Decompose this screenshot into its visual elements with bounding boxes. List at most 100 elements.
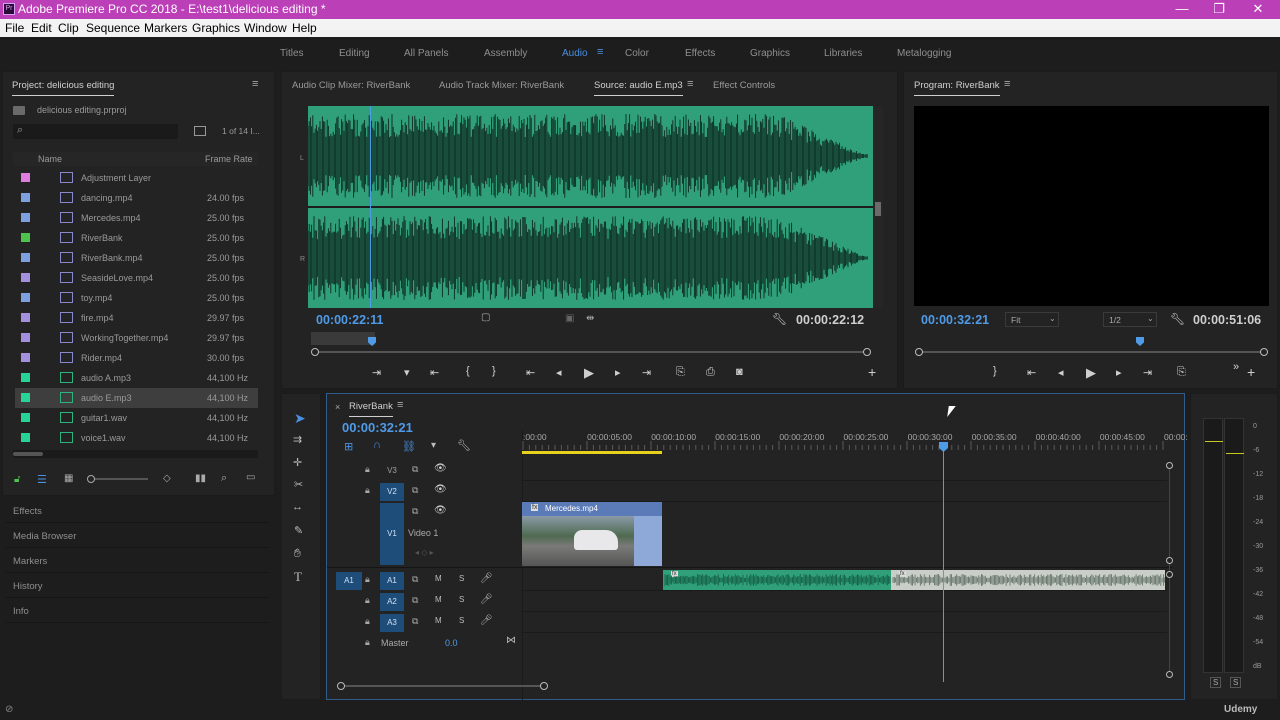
- add-marker-icon[interactable]: ▾: [404, 366, 410, 379]
- close-button[interactable]: ✕: [1240, 0, 1276, 19]
- wrench-icon[interactable]: 🔧︎: [772, 312, 787, 326]
- project-item[interactable]: RiverBank 25.00 fps: [15, 228, 258, 248]
- lock-icon[interactable]: 🔓︎: [14, 474, 20, 485]
- sync-lock-icon[interactable]: ⧉: [412, 595, 418, 606]
- lock-icon[interactable]: 🔒︎: [365, 616, 370, 627]
- master-go-to-icon[interactable]: ⋈: [506, 635, 516, 646]
- menu-help[interactable]: Help: [292, 21, 317, 35]
- timeline-playhead[interactable]: [943, 446, 944, 682]
- project-item[interactable]: toy.mp4 25.00 fps: [15, 288, 258, 308]
- source-patch-a1[interactable]: A1: [336, 572, 362, 590]
- label-color-swatch[interactable]: [21, 293, 30, 302]
- mark-in-icon[interactable]: {: [466, 365, 470, 377]
- label-color-swatch[interactable]: [21, 413, 30, 422]
- nest-icon[interactable]: ⊞: [344, 440, 353, 453]
- history-panel-tab[interactable]: History: [13, 581, 43, 592]
- workspace-assembly[interactable]: Assembly: [484, 48, 527, 59]
- step-back-icon[interactable]: ◂: [556, 366, 562, 379]
- audio-waveform-display[interactable]: [308, 106, 873, 308]
- go-to-in-icon[interactable]: ⇤: [1027, 366, 1036, 379]
- project-item[interactable]: Rider.mp4 30.00 fps: [15, 348, 258, 368]
- microphone-icon[interactable]: 🎤︎: [480, 573, 493, 584]
- bin-icon[interactable]: [194, 126, 206, 136]
- slip-tool-icon[interactable]: ↔: [292, 501, 303, 513]
- effects-panel-tab[interactable]: Effects: [13, 506, 42, 517]
- label-color-swatch[interactable]: [21, 233, 30, 242]
- label-color-swatch[interactable]: [21, 433, 30, 442]
- menu-window[interactable]: Window: [244, 21, 287, 35]
- solo-button[interactable]: S: [459, 595, 464, 604]
- mark-out-icon[interactable]: }: [993, 365, 997, 377]
- scroll-handle[interactable]: [1166, 571, 1173, 578]
- source-timecode-current[interactable]: 00:00:22:11: [316, 313, 383, 327]
- status-icon[interactable]: ⊘: [5, 704, 13, 715]
- sync-lock-icon[interactable]: ⧉: [412, 574, 418, 585]
- microphone-icon[interactable]: 🎤︎: [480, 615, 493, 626]
- menu-graphics[interactable]: Graphics: [192, 21, 240, 35]
- panel-menu-icon[interactable]: ≡: [1004, 78, 1010, 90]
- keyframe-nav-icon[interactable]: ◂ ◇ ▸: [415, 548, 434, 557]
- media-browser-panel-tab[interactable]: Media Browser: [13, 531, 76, 542]
- project-item[interactable]: fire.mp4 29.97 fps: [15, 308, 258, 328]
- overwrite-icon[interactable]: ⎙: [706, 366, 715, 379]
- timeline-timecode[interactable]: 00:00:32:21: [342, 420, 413, 435]
- tab-audio-track-mixer[interactable]: Audio Track Mixer: RiverBank: [439, 80, 564, 91]
- eye-icon[interactable]: 👁︎: [434, 505, 447, 516]
- project-item[interactable]: audio E.mp3 44,100 Hz: [15, 388, 258, 408]
- menu-sequence[interactable]: Sequence: [86, 21, 140, 35]
- panel-menu-icon[interactable]: ≡: [252, 78, 258, 90]
- label-color-swatch[interactable]: [21, 373, 30, 382]
- track-select-tool-icon[interactable]: ⇉: [293, 433, 302, 446]
- work-area-bar[interactable]: [522, 451, 662, 454]
- lock-icon[interactable]: 🔒︎: [365, 574, 370, 585]
- scrubber-start-handle[interactable]: [311, 348, 319, 356]
- workspace-titles[interactable]: Titles: [280, 48, 304, 59]
- project-item[interactable]: WorkingTogether.mp4 29.97 fps: [15, 328, 258, 348]
- more-controls-icon[interactable]: »: [1233, 361, 1239, 373]
- play-icon[interactable]: ▶: [1086, 365, 1096, 381]
- program-scrubber[interactable]: [919, 351, 1264, 353]
- program-video-display[interactable]: [914, 106, 1269, 306]
- lock-icon[interactable]: 🔒︎: [365, 637, 370, 648]
- close-tab-icon[interactable]: ×: [335, 402, 340, 412]
- source-scrubber[interactable]: [314, 351, 867, 353]
- mute-button[interactable]: M: [435, 595, 442, 604]
- audio-clip-2[interactable]: fx: [891, 570, 1165, 590]
- insert-clip-icon[interactable]: ⎘: [676, 366, 685, 379]
- search-input[interactable]: ⌕: [13, 124, 178, 139]
- export-frame-icon[interactable]: ▢: [481, 312, 490, 323]
- lift-icon[interactable]: ⎘: [1177, 366, 1186, 379]
- solo-button[interactable]: S: [459, 616, 464, 625]
- workspace-audio[interactable]: Audio: [562, 48, 588, 59]
- mute-button[interactable]: M: [435, 574, 442, 583]
- lock-icon[interactable]: 🔒︎: [365, 595, 370, 606]
- scrubber-end-handle[interactable]: [1260, 348, 1268, 356]
- workspace-menu-icon[interactable]: ≡: [597, 46, 603, 58]
- hand-tool-icon[interactable]: ✋︎: [294, 546, 301, 561]
- play-icon[interactable]: ▶: [584, 365, 594, 381]
- menu-file[interactable]: File: [5, 21, 24, 35]
- step-forward-icon[interactable]: ▸: [615, 366, 621, 379]
- timeline-vertical-scrollbar[interactable]: [1169, 462, 1170, 674]
- automate-sequence-icon[interactable]: ▮▮: [195, 473, 206, 484]
- add-button-icon[interactable]: +: [1247, 364, 1255, 380]
- eye-icon[interactable]: 👁︎: [434, 463, 447, 474]
- selection-tool-icon[interactable]: ➤: [294, 410, 306, 427]
- find-icon[interactable]: ⌕: [221, 472, 227, 485]
- track-v1-label[interactable]: V1: [380, 503, 404, 565]
- workspace-color[interactable]: Color: [625, 48, 649, 59]
- add-marker-icon[interactable]: ▾: [431, 440, 436, 451]
- solo-right-button[interactable]: S: [1230, 677, 1242, 688]
- scrubber-end-handle[interactable]: [863, 348, 871, 356]
- master-volume-value[interactable]: 0.0: [445, 638, 458, 648]
- sync-lock-icon[interactable]: ⧉: [412, 464, 418, 475]
- solo-left-button[interactable]: S: [1210, 677, 1222, 688]
- scroll-handle[interactable]: [1166, 462, 1173, 469]
- icon-view-icon[interactable]: ▦: [64, 473, 73, 484]
- sync-lock-icon[interactable]: ⧉: [412, 506, 418, 517]
- playback-resolution-dropdown[interactable]: 1/2 ⌄: [1103, 312, 1157, 327]
- fit-dropdown[interactable]: Fit ⌄: [1005, 312, 1059, 327]
- project-item[interactable]: dancing.mp4 24.00 fps: [15, 188, 258, 208]
- scrubber-start-handle[interactable]: [915, 348, 923, 356]
- new-bin-icon[interactable]: ▭: [246, 472, 255, 483]
